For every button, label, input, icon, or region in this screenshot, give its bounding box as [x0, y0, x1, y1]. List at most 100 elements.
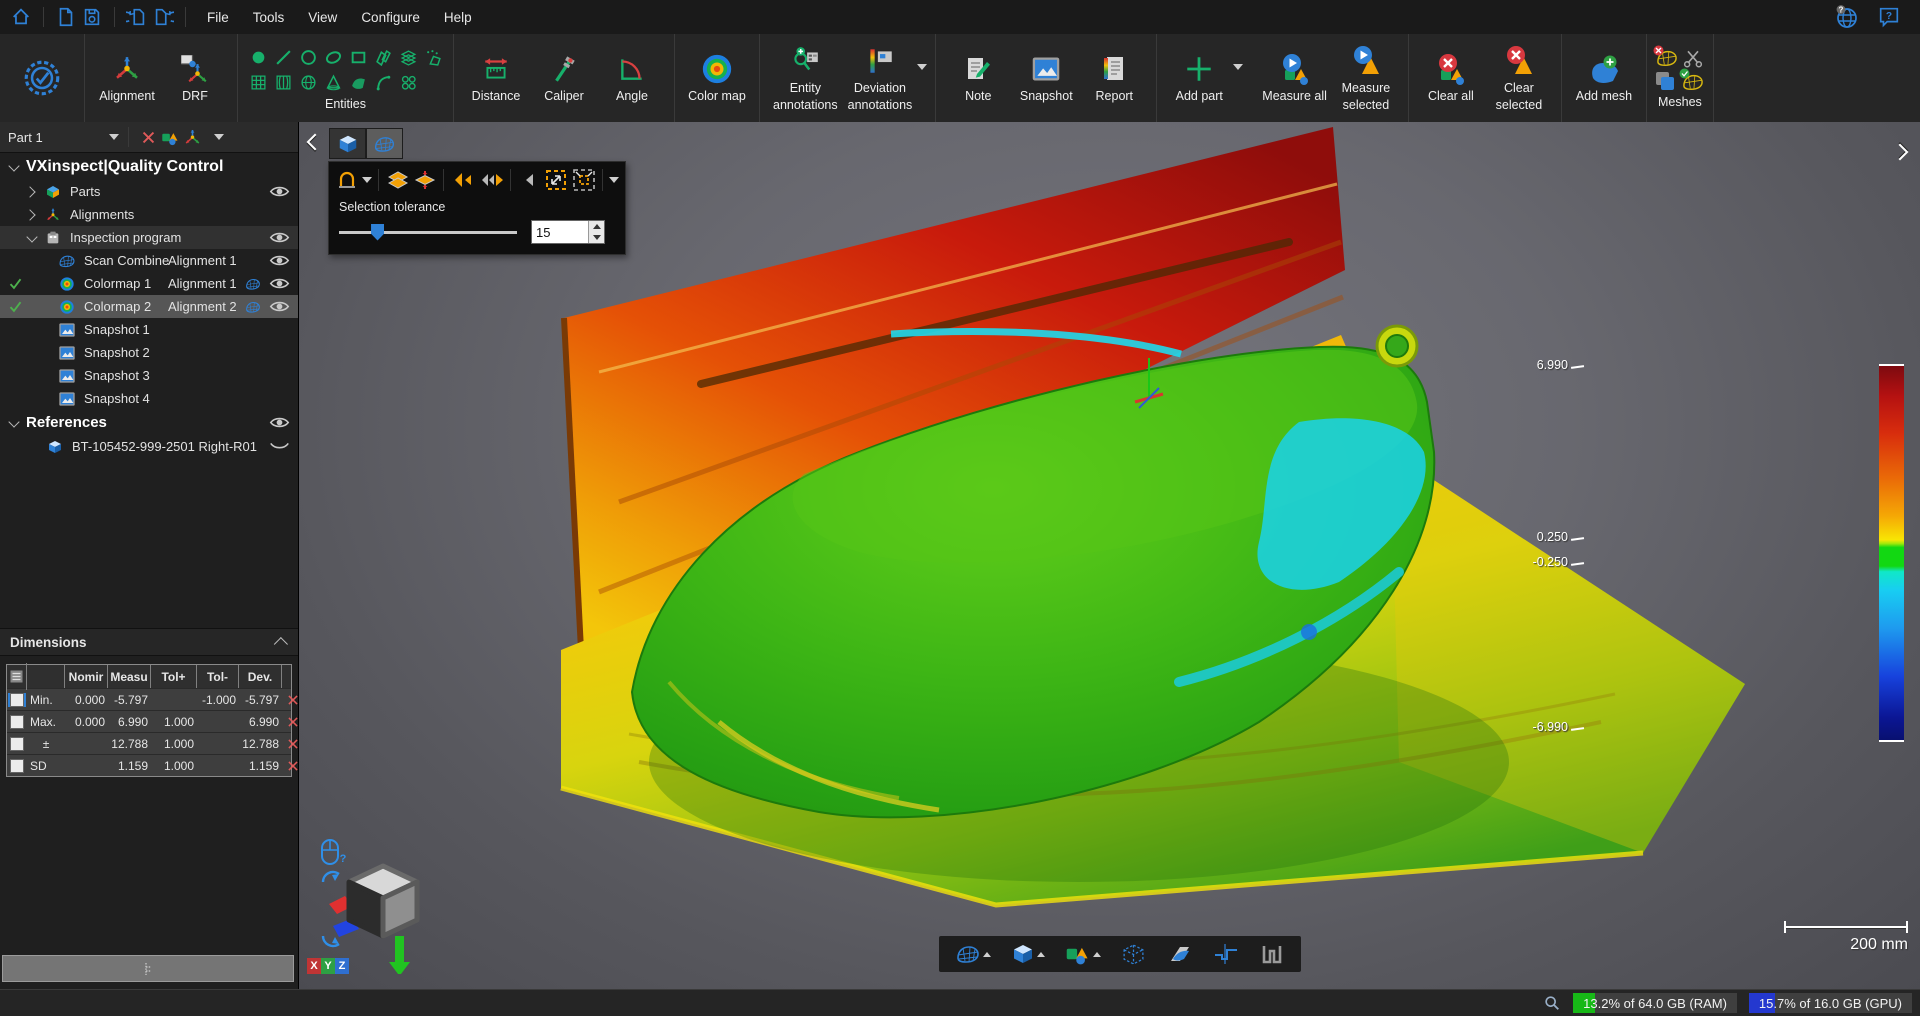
row-checkbox[interactable] [10, 693, 24, 707]
alignment-button[interactable]: Alignment [93, 48, 161, 107]
spin-down-icon[interactable] [589, 232, 604, 243]
tol-plus-column-header[interactable]: Tol+ [151, 665, 197, 688]
entities-filter-icon[interactable] [160, 127, 182, 147]
entity-plane-icon[interactable] [371, 46, 395, 70]
menu-configure[interactable]: Configure [349, 4, 432, 31]
merge-mesh-icon[interactable] [1655, 71, 1679, 93]
row-checkbox[interactable] [10, 737, 24, 751]
redo-selection-icon[interactable] [478, 167, 504, 193]
selection-tolerance-input[interactable] [532, 221, 588, 243]
expand-icon[interactable] [26, 232, 38, 244]
clipping-plane-button[interactable] [1167, 942, 1193, 966]
part-selector-dropdown-icon[interactable] [109, 134, 119, 140]
menu-help[interactable]: Help [432, 4, 484, 31]
select-through-icon[interactable] [385, 167, 409, 193]
tree-item-snapshot-2[interactable]: Snapshot 2 [0, 341, 298, 364]
tree-item-colormap-2[interactable]: Colormap 2 Alignment 2 [0, 295, 298, 318]
row-checkbox[interactable] [10, 759, 24, 773]
measure-selected-button[interactable]: Measure selected [1332, 40, 1400, 117]
entity-curve-icon[interactable] [371, 71, 395, 95]
tree-item-snapshot-3[interactable]: Snapshot 3 [0, 364, 298, 387]
dropdown-up-icon[interactable] [983, 952, 991, 957]
dropdown-up-icon[interactable] [1093, 952, 1101, 957]
entity-cylinder-icon[interactable] [271, 71, 295, 95]
expand-icon[interactable] [8, 161, 20, 173]
tree-item-snapshot-1[interactable]: Snapshot 1 [0, 318, 298, 341]
filter-dropdown-icon[interactable] [214, 134, 224, 140]
dome-selection-icon[interactable] [335, 167, 359, 193]
table-row-min[interactable]: Min. 0.000 -5.797 -1.000 -5.797 [7, 688, 291, 710]
add-mesh-button[interactable]: Add mesh [1570, 48, 1638, 107]
alignment-filter-icon[interactable] [182, 127, 204, 147]
entity-point-icon[interactable] [246, 46, 270, 70]
menu-tools[interactable]: Tools [241, 4, 297, 31]
remove-mesh-icon[interactable] [1655, 47, 1679, 69]
dev-column-header[interactable]: Dev. [239, 665, 282, 688]
grow-selection-icon[interactable] [544, 167, 568, 193]
entity-rectangle-icon[interactable] [346, 46, 370, 70]
menu-file[interactable]: File [195, 4, 241, 31]
visibility-eye-closed-icon[interactable] [269, 439, 290, 454]
table-row-plusminus[interactable]: ± 12.788 1.000 12.788 [7, 732, 291, 754]
tree-item-references[interactable]: References [0, 410, 298, 435]
mesh-display-button[interactable] [955, 943, 991, 965]
delete-measures-icon[interactable] [138, 127, 160, 147]
measured-column-header[interactable]: Measu [108, 665, 151, 688]
entity-circle-icon[interactable] [296, 46, 320, 70]
entity-cone-icon[interactable] [321, 71, 345, 95]
distance-button[interactable]: Distance [462, 48, 530, 107]
undo-selection-icon[interactable] [450, 167, 474, 193]
panel-resize-handle[interactable] [2, 955, 294, 982]
deviation-annotations-button[interactable]: Deviation annotations [843, 40, 918, 117]
caliper-button[interactable]: Caliper [530, 48, 598, 107]
entity-annotations-button[interactable]: Entity annotations [768, 40, 843, 117]
select-visible-icon[interactable] [413, 167, 437, 193]
previous-icon[interactable] [517, 167, 541, 193]
new-file-icon[interactable] [53, 5, 79, 29]
solid-display-button[interactable] [1011, 942, 1045, 966]
visibility-eye-icon[interactable] [269, 184, 290, 199]
tree-root-vxinspect[interactable]: VXinspect|Quality Control [0, 153, 298, 180]
online-help-globe-icon[interactable] [1834, 5, 1860, 29]
shrink-selection-icon[interactable] [572, 167, 596, 193]
tree-item-snapshot-4[interactable]: Snapshot 4 [0, 387, 298, 410]
report-button[interactable]: Report [1080, 48, 1148, 107]
spin-up-icon[interactable] [589, 221, 604, 232]
angle-button[interactable]: Angle [598, 48, 666, 107]
home-icon[interactable] [8, 5, 34, 29]
tree-item-scan-combine[interactable]: Scan Combine Alignment 1 [0, 249, 298, 272]
entities-display-button[interactable] [1065, 941, 1101, 967]
annotations-dropdown-icon[interactable] [917, 64, 927, 70]
tree-item-alignments[interactable]: Alignments [0, 203, 298, 226]
save-icon[interactable] [79, 5, 105, 29]
zoom-status-icon[interactable] [1543, 994, 1561, 1012]
clear-selected-button[interactable]: Clear selected [1485, 40, 1553, 117]
collapse-panel-icon[interactable] [274, 637, 288, 651]
entity-point-cloud-icon[interactable] [421, 46, 445, 70]
add-part-dropdown-icon[interactable] [1233, 64, 1243, 70]
measure-all-button[interactable]: Measure all [1257, 48, 1332, 107]
name-column-header[interactable] [27, 665, 65, 688]
slider-handle[interactable] [371, 224, 384, 241]
entity-surface-icon[interactable] [346, 71, 370, 95]
table-row-max[interactable]: Max. 0.000 6.990 1.000 6.990 [7, 710, 291, 732]
tree-item-parts[interactable]: Parts [0, 180, 298, 203]
row-checkbox[interactable] [10, 715, 24, 729]
visibility-eye-icon[interactable] [269, 230, 290, 245]
note-button[interactable]: Note [944, 48, 1012, 107]
collapse-icon[interactable] [26, 209, 38, 221]
dropdown-up-icon[interactable] [1037, 952, 1045, 957]
accept-mesh-icon[interactable] [1681, 71, 1705, 93]
selection-tolerance-slider[interactable] [339, 231, 517, 234]
visibility-eye-icon[interactable] [269, 253, 290, 268]
navigation-cube[interactable] [335, 866, 421, 952]
feedback-icon[interactable] [1876, 5, 1902, 29]
snapshot-button[interactable]: Snapshot [1012, 48, 1080, 107]
color-map-button[interactable]: Color map [683, 48, 751, 107]
drf-button[interactable]: DRF [161, 48, 229, 107]
dimensions-panel-header[interactable]: Dimensions [0, 628, 298, 656]
export-session-icon[interactable] [150, 5, 176, 29]
tree-item-inspection-program[interactable]: Inspection program [0, 226, 298, 249]
entity-grid-icon[interactable] [246, 71, 270, 95]
collapse-icon[interactable] [26, 186, 38, 198]
